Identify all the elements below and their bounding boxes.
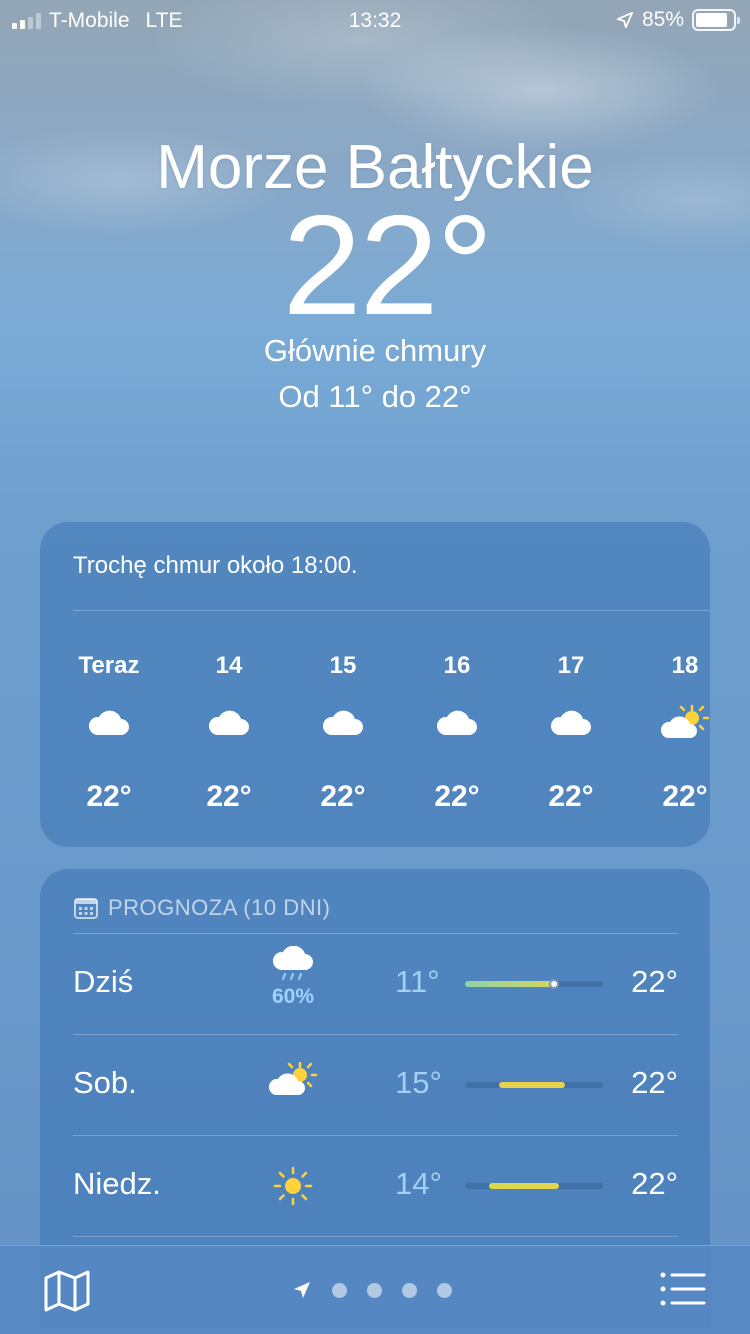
low-temperature: 11° xyxy=(395,964,440,999)
hour-item: 15 22° xyxy=(288,652,398,814)
sun-icon xyxy=(273,1166,313,1206)
rain-cloud-icon xyxy=(272,945,313,980)
hour-label: 18 xyxy=(671,652,699,679)
hour-item: Teraz 22° xyxy=(54,652,164,814)
low-temperature: 15° xyxy=(395,1065,442,1100)
bottom-toolbar xyxy=(0,1245,750,1334)
page-dot[interactable] xyxy=(367,1282,382,1298)
temperature-range: Od 11° do 22° xyxy=(278,379,472,414)
partly-sunny-icon xyxy=(268,1061,318,1095)
hour-item: 14 22° xyxy=(174,652,284,814)
daily-row: Niedz. 14° 22° xyxy=(73,1135,678,1236)
page-dot[interactable] xyxy=(332,1282,347,1298)
hour-temperature: 22° xyxy=(320,780,366,813)
page-dot[interactable] xyxy=(402,1282,417,1298)
hour-item: 17 22° xyxy=(516,652,626,814)
hour-temperature: 22° xyxy=(86,780,132,813)
cloud-icon xyxy=(550,710,591,735)
daily-row: Dziś 60% 11° 22° xyxy=(73,933,678,1034)
status-bar: T-Mobile LTE 13:32 85% xyxy=(0,0,750,40)
cloud-icon xyxy=(322,710,363,735)
cloud-icon xyxy=(436,710,477,735)
location-arrow-icon[interactable] xyxy=(292,1280,312,1300)
page-dot[interactable] xyxy=(437,1282,452,1298)
calendar-icon xyxy=(74,898,98,919)
daily-forecast-title: PROGNOZA (10 DNI) xyxy=(108,895,331,920)
day-label: Niedz. xyxy=(73,1166,161,1201)
page-indicator[interactable] xyxy=(292,1280,452,1300)
hour-temperature: 22° xyxy=(548,780,594,813)
hour-label: 16 xyxy=(443,652,471,679)
map-icon[interactable] xyxy=(44,1270,90,1312)
hourly-forecast-card[interactable]: Trochę chmur około 18:00. Teraz 22° 14 2… xyxy=(40,522,710,847)
hourly-summary: Trochę chmur około 18:00. xyxy=(73,552,358,579)
location-arrow-icon xyxy=(616,11,634,29)
temperature-range-bar xyxy=(465,1082,603,1088)
daily-row: Sob. 15° 22° xyxy=(73,1034,678,1135)
divider xyxy=(73,610,710,611)
hour-temperature: 22° xyxy=(206,780,252,813)
current-temperature: 22° xyxy=(282,186,494,345)
hourly-scroll[interactable]: Teraz 22° 14 22° 15 22° 16 22° 17 22° 18 xyxy=(40,652,710,822)
hour-temperature: 22° xyxy=(662,780,708,813)
list-icon[interactable] xyxy=(660,1272,706,1306)
hour-label: 14 xyxy=(215,652,243,679)
hour-item: 16 22° xyxy=(402,652,512,814)
high-temperature: 22° xyxy=(631,1065,678,1100)
battery-percent: 85% xyxy=(641,8,684,31)
day-label: Dziś xyxy=(73,964,134,999)
partly-sunny-icon xyxy=(660,704,710,738)
high-temperature: 22° xyxy=(631,1166,678,1201)
battery-icon xyxy=(692,9,740,31)
current-temperature-marker xyxy=(549,979,559,989)
precipitation-chance: 60% xyxy=(271,985,315,1008)
hour-label: 17 xyxy=(557,652,585,679)
condition-text: Głównie chmury xyxy=(263,333,487,368)
cloud-icon xyxy=(208,710,249,735)
hour-item: 18 22° xyxy=(630,652,710,814)
temperature-range-bar xyxy=(465,979,603,989)
daily-forecast-header: PROGNOZA (10 DNI) xyxy=(74,895,330,921)
temperature-range-bar xyxy=(465,1183,603,1189)
hour-label: Teraz xyxy=(78,652,140,679)
day-label: Sob. xyxy=(73,1065,137,1100)
low-temperature: 14° xyxy=(395,1166,442,1201)
hour-label: 15 xyxy=(329,652,357,679)
cloud-icon xyxy=(88,710,129,735)
high-temperature: 22° xyxy=(631,964,678,999)
hour-temperature: 22° xyxy=(434,780,480,813)
